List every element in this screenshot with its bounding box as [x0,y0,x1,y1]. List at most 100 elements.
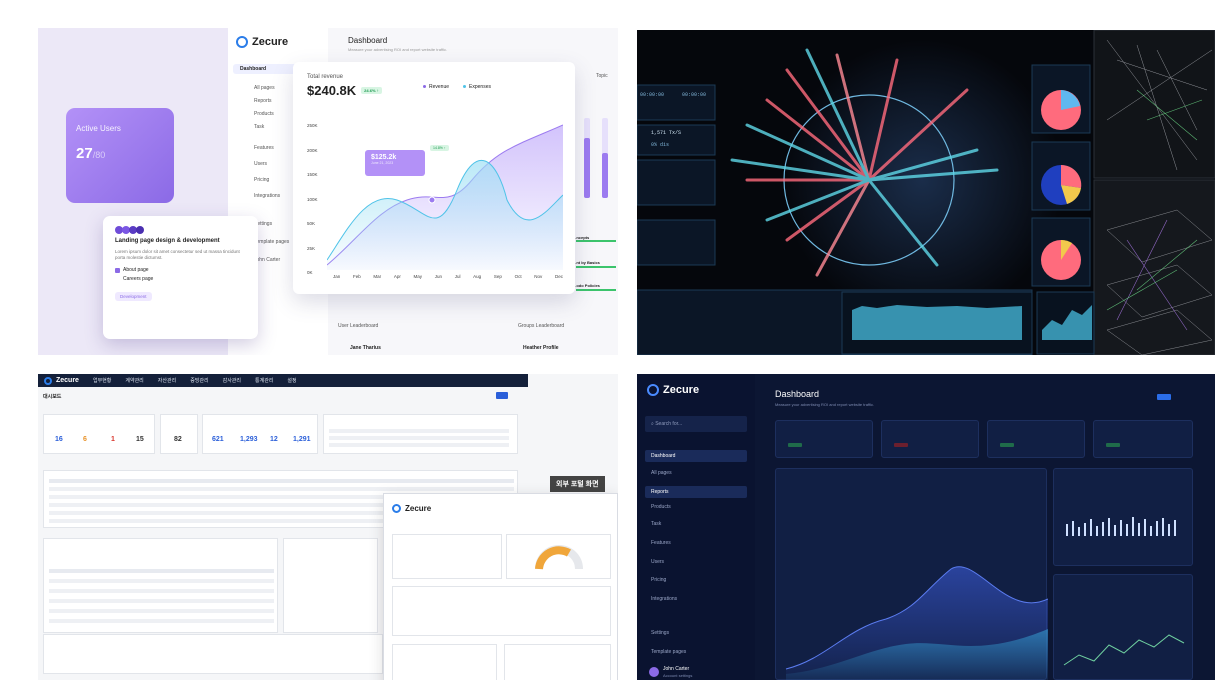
active-users-value: 27/80 [76,145,106,162]
stat-card [987,420,1085,458]
user-leaderboard-title: User Leaderboard [338,323,379,329]
chart-tooltip: $125.2k June 21, 2023 [365,150,425,176]
nav-item[interactable]: 자산관리 [158,377,176,384]
notice-card [323,414,518,454]
sidebar-item-task[interactable]: Task [254,124,264,130]
sidebar-item-template-pages[interactable]: Template pages [254,239,289,245]
nav-item[interactable]: 감사관리 [223,377,241,384]
nav-item[interactable]: 설정 [287,377,296,384]
summary-card-1 [43,414,155,454]
progress-line [576,289,616,291]
sidebar-item-users[interactable]: Users [651,559,664,565]
leaderboard-group: Heather Profile [523,345,559,351]
basics-snippet: ...nt by Basics [573,260,600,265]
sidebar-item-integrations[interactable]: Integrations [254,193,280,199]
sidebar-item-reports[interactable]: Reports [645,486,747,498]
sidebar-item-pricing[interactable]: Pricing [254,177,269,183]
avatar[interactable] [649,667,659,677]
sidebar-item-reports[interactable]: Reports [254,98,272,104]
overlay-table [392,586,611,636]
stat-value: 621 [212,436,224,443]
logo-icon [236,36,248,48]
gauge-chart [535,545,583,570]
checkbox-careers[interactable]: Careers page [115,276,246,282]
dark-admin-dashboard-preview: Zecure ⌕ Search for... Dashboard All pag… [637,374,1215,680]
group-leaderboard-title: Groups Leaderboard [518,323,565,329]
sidebar-item-users[interactable]: Users [254,161,267,167]
y-axis-ticks: 250K 200K 150K 100K 50K 25K 0K [307,123,318,275]
external-portal-badge: 외부 포털 화면 [550,476,605,492]
timestamp-2: 00:00:00 [682,92,707,98]
page-title: 대시보드 [43,394,62,400]
sidebar-item-pricing[interactable]: Pricing [651,577,666,583]
brand-logo[interactable]: Zecure [236,36,288,48]
checkbox-about[interactable]: About page [115,267,246,273]
stat-value: 15 [136,436,144,443]
task-title: Landing page design & development [115,238,220,244]
stat-value: 12 [270,436,278,443]
stat-value: 1,293 [240,436,258,443]
bottom-panel [43,634,383,674]
overlay-list [504,644,611,680]
sidebar: Zecure ⌕ Search for... Dashboard All pag… [637,374,755,680]
sidebar-item-features[interactable]: Features [651,540,671,546]
network-visualization [637,30,1215,355]
user-name[interactable]: John Carter [663,666,689,672]
sidebar-item-dashboard[interactable]: Dashboard [645,450,747,462]
discard-stat: 0% dis [651,142,670,148]
check-icon [115,267,120,273]
nav-item[interactable]: 업무현황 [93,377,111,384]
stat-card [881,420,979,458]
sidebar-item-integrations[interactable]: Integrations [651,596,677,602]
primary-button[interactable] [496,392,508,399]
nav-item[interactable]: 계약관리 [125,377,143,384]
account-settings-link[interactable]: Account settings [663,673,692,678]
task-card[interactable]: Landing page design & development Lorem … [103,216,258,339]
throughput-stat: 1,571 Tx/S [651,130,682,136]
revenue-delta-badge: 24.6% ↑ [361,87,382,94]
search-input[interactable]: ⌕ Search for... [645,416,747,432]
active-users-card: Active Users 27/80 [66,108,174,203]
page-subtitle: Measure your advertising ROI and report … [348,47,448,52]
line-chart [1063,634,1185,666]
summary-card-2 [160,414,198,454]
legend-revenue: Revenue [423,84,449,90]
stat-card [1093,420,1193,458]
nav-item[interactable]: 증빙관리 [190,377,208,384]
logo-icon [392,504,401,513]
light-dashboard-preview: Zecure Dashboard All pages Reports Produ… [38,28,618,355]
sidebar-item-products[interactable]: Products [254,111,274,117]
sidebar-item-features[interactable]: Features [254,145,274,151]
top-nav-bar: Zecure 업무현황 계약관리 자산관리 증빙관리 감사관리 통계관리 설정 [38,374,528,387]
task-description: Lorem ipsum dolor sit amet consectetur s… [115,249,240,260]
overlay-card [392,534,502,579]
sidebar-item-settings[interactable]: Settings [651,630,669,636]
bar-chart [1066,517,1176,536]
leaderboard-user: Jane Tharius [350,345,381,351]
policies-snippet: ...odo Policies [573,283,600,288]
sidebar-item-all-pages[interactable]: All pages [651,470,672,476]
bar [602,118,608,198]
revenue-chart-card: Total revenue $240.8K 24.6% ↑ Revenue Exp… [293,62,575,294]
external-portal-overlay: Zecure [383,493,618,680]
stat-value: 16 [55,436,63,443]
progress-line [576,240,616,242]
nav-item[interactable]: 통계관리 [255,377,273,384]
korean-admin-dashboard-preview: Zecure 업무현황 계약관리 자산관리 증빙관리 감사관리 통계관리 설정 … [38,374,618,680]
brand-logo[interactable]: Zecure [44,376,79,385]
bar [584,118,590,198]
stat-card [775,420,873,458]
bar-chart-card [1053,468,1193,566]
line-chart-card [1053,574,1193,680]
sidebar-item-products[interactable]: Products [651,504,671,510]
primary-button[interactable] [1157,394,1171,400]
stat-value: 82 [174,436,182,443]
active-users-label: Active Users [76,124,121,133]
sidebar-item-template-pages[interactable]: Template pages [651,649,686,655]
sidebar-item-task[interactable]: Task [651,521,661,527]
brand-logo[interactable]: Zecure [647,384,699,396]
brand-logo[interactable]: Zecure [392,504,431,513]
stat-value: 1,291 [293,436,311,443]
task-tag: Development [115,292,152,301]
sidebar-item-all-pages[interactable]: All pages [254,85,275,91]
